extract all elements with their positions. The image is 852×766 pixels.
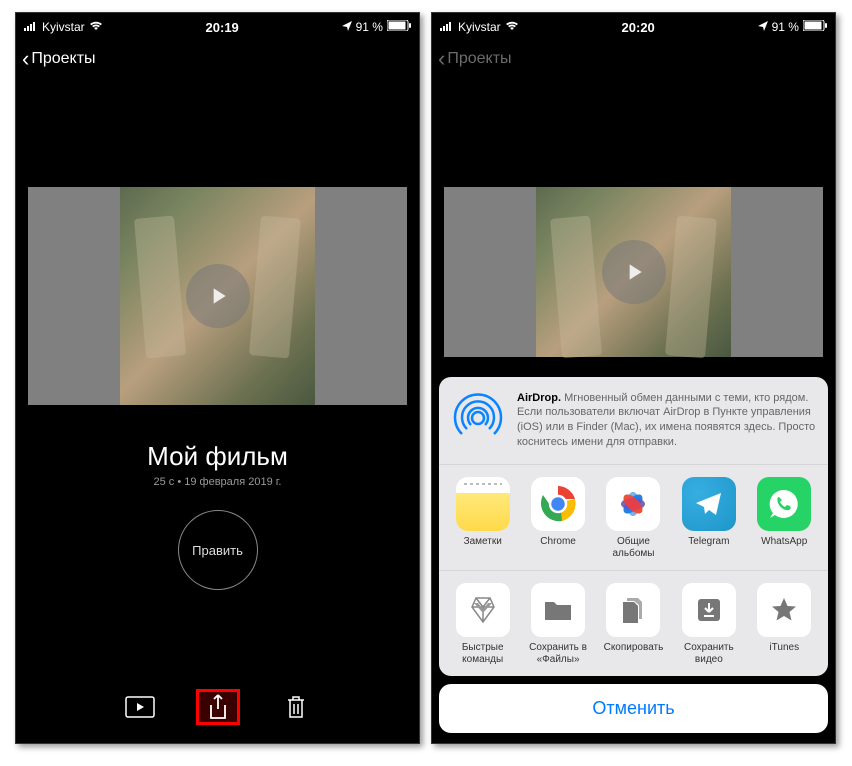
wifi-icon <box>505 20 519 34</box>
battery-icon <box>387 20 411 34</box>
screenshot-project-view: Kyivstar 20:19 91 % ‹ Проекты Мой фильм <box>15 12 420 744</box>
signal-icon <box>24 20 38 34</box>
share-app-shared-albums[interactable]: Общие альбомы <box>597 477 669 560</box>
photos-icon <box>606 477 660 531</box>
back-label: Проекты <box>31 50 95 68</box>
battery-label: 91 % <box>356 20 383 34</box>
signal-icon <box>440 20 454 34</box>
location-icon <box>342 20 352 34</box>
chevron-left-icon: ‹ <box>438 48 445 70</box>
cancel-button[interactable]: Отменить <box>439 684 828 733</box>
project-info: Мой фильм 25 с • 19 февраля 2019 г. Прав… <box>16 441 419 590</box>
back-button[interactable]: ‹ Проекты <box>22 48 96 70</box>
bottom-toolbar <box>16 689 419 725</box>
action-save-video[interactable]: Сохранить видео <box>673 583 745 666</box>
chevron-left-icon: ‹ <box>22 48 29 70</box>
back-button: ‹ Проекты <box>438 48 512 70</box>
status-bar: Kyivstar 20:19 91 % <box>16 13 419 41</box>
chrome-icon <box>531 477 585 531</box>
edit-label: Править <box>192 543 243 558</box>
video-preview <box>444 187 823 357</box>
nav-bar: ‹ Проекты <box>432 41 835 77</box>
play-project-button[interactable] <box>118 689 162 725</box>
share-app-notes[interactable]: Заметки <box>447 477 519 560</box>
telegram-icon <box>682 477 736 531</box>
delete-button[interactable] <box>274 689 318 725</box>
action-shortcuts[interactable]: Быстрые команды <box>447 583 519 666</box>
share-app-whatsapp[interactable]: WhatsApp <box>748 477 820 560</box>
share-actions-row[interactable]: Быстрые команды Сохранить в «Файлы» Скоп… <box>439 571 828 676</box>
battery-label: 91 % <box>772 20 799 34</box>
action-copy[interactable]: Скопировать <box>597 583 669 666</box>
carrier-label: Kyivstar <box>458 20 501 34</box>
edit-button[interactable]: Править <box>178 510 258 590</box>
project-meta: 25 с • 19 февраля 2019 г. <box>16 476 419 488</box>
share-apps-row[interactable]: Заметки Chrome Общие альбомы <box>439 465 828 571</box>
wifi-icon <box>89 20 103 34</box>
notes-icon <box>456 477 510 531</box>
star-icon <box>757 583 811 637</box>
play-button <box>602 240 666 304</box>
share-app-chrome[interactable]: Chrome <box>522 477 594 560</box>
folder-icon <box>531 583 585 637</box>
action-save-to-files[interactable]: Сохранить в «Файлы» <box>522 583 594 666</box>
copy-icon <box>606 583 660 637</box>
nav-bar: ‹ Проекты <box>16 41 419 77</box>
status-bar: Kyivstar 20:20 91 % <box>432 13 835 41</box>
airdrop-icon <box>451 391 505 445</box>
airdrop-section[interactable]: AirDrop. Мгновенный обмен данными с теми… <box>439 377 828 465</box>
action-itunes[interactable]: iTunes <box>748 583 820 666</box>
clock: 20:19 <box>206 20 239 35</box>
back-label: Проекты <box>447 50 511 68</box>
airdrop-description: AirDrop. Мгновенный обмен данными с теми… <box>517 391 816 450</box>
location-icon <box>758 20 768 34</box>
carrier-label: Kyivstar <box>42 20 85 34</box>
play-button[interactable] <box>186 264 250 328</box>
share-sheet: AirDrop. Мгновенный обмен данными с теми… <box>439 377 828 733</box>
screenshot-share-sheet: Kyivstar 20:20 91 % ‹ Проекты <box>431 12 836 744</box>
cancel-label: Отменить <box>592 698 674 718</box>
battery-icon <box>803 20 827 34</box>
clock: 20:20 <box>622 20 655 35</box>
download-icon <box>682 583 736 637</box>
share-button[interactable] <box>196 689 240 725</box>
project-title: Мой фильм <box>16 441 419 472</box>
share-app-telegram[interactable]: Telegram <box>673 477 745 560</box>
shortcuts-icon <box>456 583 510 637</box>
video-preview[interactable] <box>28 187 407 405</box>
whatsapp-icon <box>757 477 811 531</box>
